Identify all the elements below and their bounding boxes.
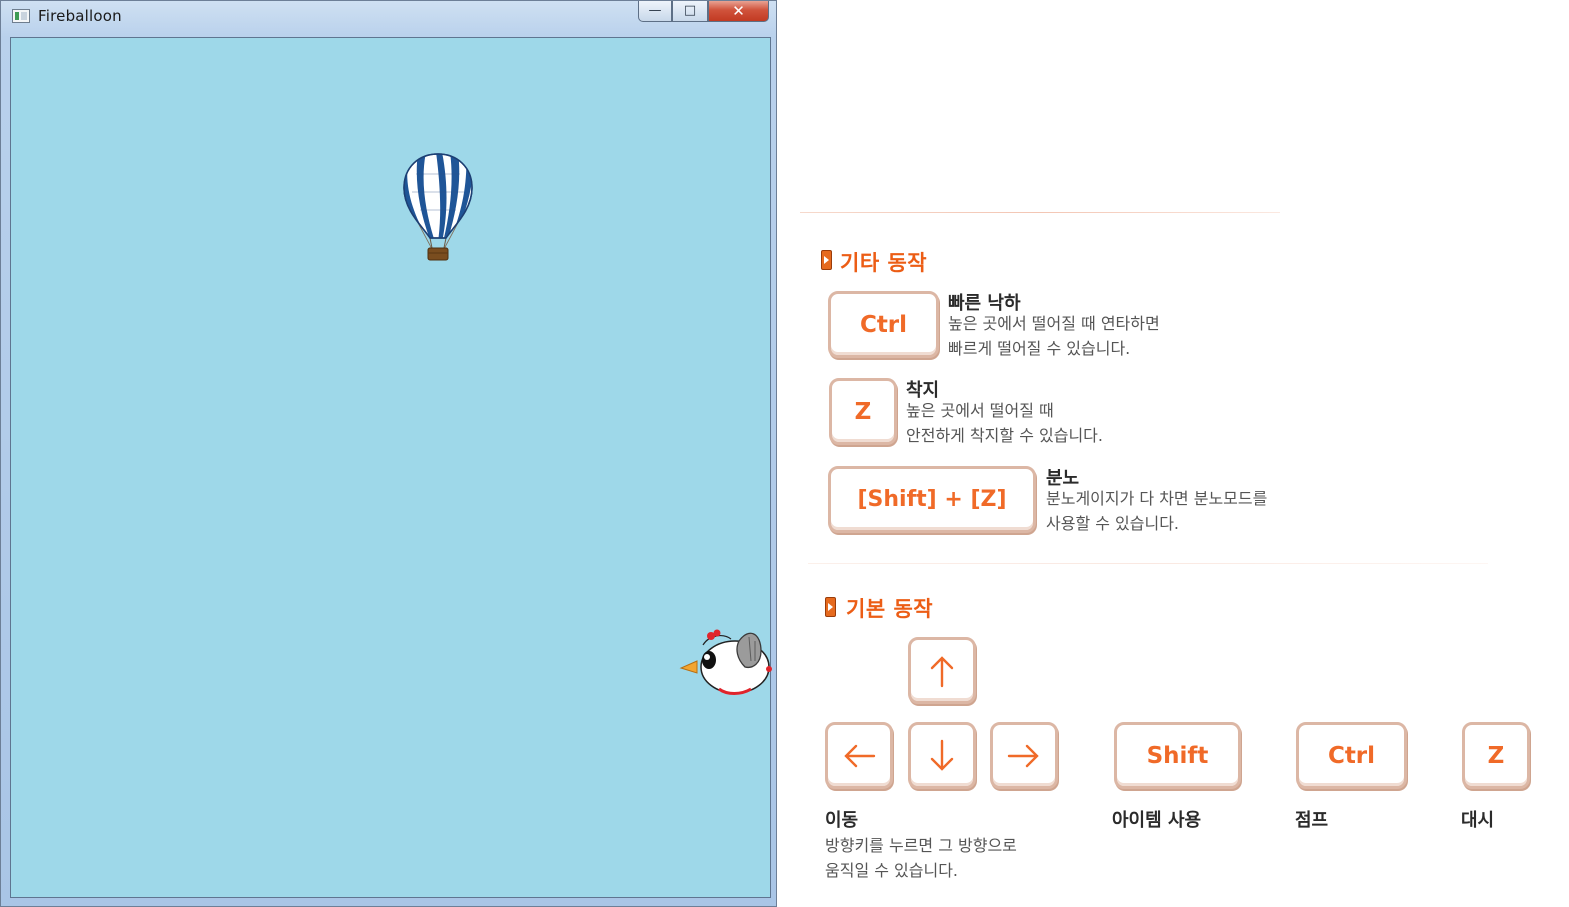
minimize-button[interactable]: —: [638, 1, 672, 22]
key-z-landing: Z: [829, 378, 897, 445]
label-move: 이동: [825, 810, 859, 831]
section-title-basic-actions: 기본 동작: [846, 597, 934, 621]
key-z-dash: Z: [1462, 722, 1530, 789]
window-title: Fireballoon: [38, 7, 122, 25]
action-desc-fast-fall-line2: 빠르게 떨어질 수 있습니다.: [948, 339, 1131, 358]
key-ctrl-jump: Ctrl: [1296, 722, 1407, 789]
key-arrow-right: [990, 722, 1058, 789]
action-desc-rage-line1: 분노게이지가 다 차면 분노모드를: [1046, 489, 1268, 508]
key-arrow-up: [908, 637, 976, 704]
key-shift-item: Shift: [1114, 722, 1241, 789]
key-arrow-down: [908, 722, 976, 789]
section-bullet-icon: [821, 250, 832, 270]
arrow-right-icon: [1007, 744, 1039, 767]
game-canvas[interactable]: [10, 37, 772, 898]
label-jump: 점프: [1295, 810, 1329, 831]
key-shift-z-rage: [Shift] + [Z]: [828, 466, 1036, 533]
action-desc-landing-line1: 높은 곳에서 떨어질 때: [906, 401, 1054, 420]
top-divider: [800, 212, 1280, 213]
title-bar[interactable]: Fireballoon — □ ✕: [1, 1, 776, 35]
arrow-down-icon: [930, 739, 954, 771]
label-item-use: 아이템 사용: [1112, 810, 1202, 831]
action-desc-fast-fall-line1: 높은 곳에서 떨어질 때 연타하면: [948, 314, 1160, 333]
game-window: Fireballoon — □ ✕: [0, 0, 777, 907]
arrow-up-icon: [930, 655, 954, 687]
close-button[interactable]: ✕: [708, 1, 769, 22]
action-desc-landing-line2: 안전하게 착지할 수 있습니다.: [906, 426, 1103, 445]
key-arrow-left: [825, 722, 893, 789]
arrow-left-icon: [844, 744, 876, 767]
label-dash: 대시: [1461, 810, 1495, 831]
action-desc-rage-line2: 사용할 수 있습니다.: [1046, 514, 1180, 533]
desc-move-line1: 방향키를 누르면 그 방향으로: [825, 836, 1017, 855]
desc-move-line2: 움직일 수 있습니다.: [825, 861, 959, 880]
controls-manual: 기타 동작 Ctrl 빠른 낙하 높은 곳에서 떨어질 때 연타하면 빠르게 떨…: [778, 0, 1569, 907]
maximize-button[interactable]: □: [672, 1, 708, 22]
middle-divider: [808, 563, 1488, 564]
section-title-other-actions: 기타 동작: [840, 251, 928, 275]
key-ctrl-fast-fall: Ctrl: [828, 291, 939, 358]
chicken-sprite: [679, 629, 772, 695]
app-icon: [12, 9, 30, 23]
hot-air-balloon-sprite: [403, 153, 473, 261]
section-bullet-icon: [825, 597, 836, 617]
